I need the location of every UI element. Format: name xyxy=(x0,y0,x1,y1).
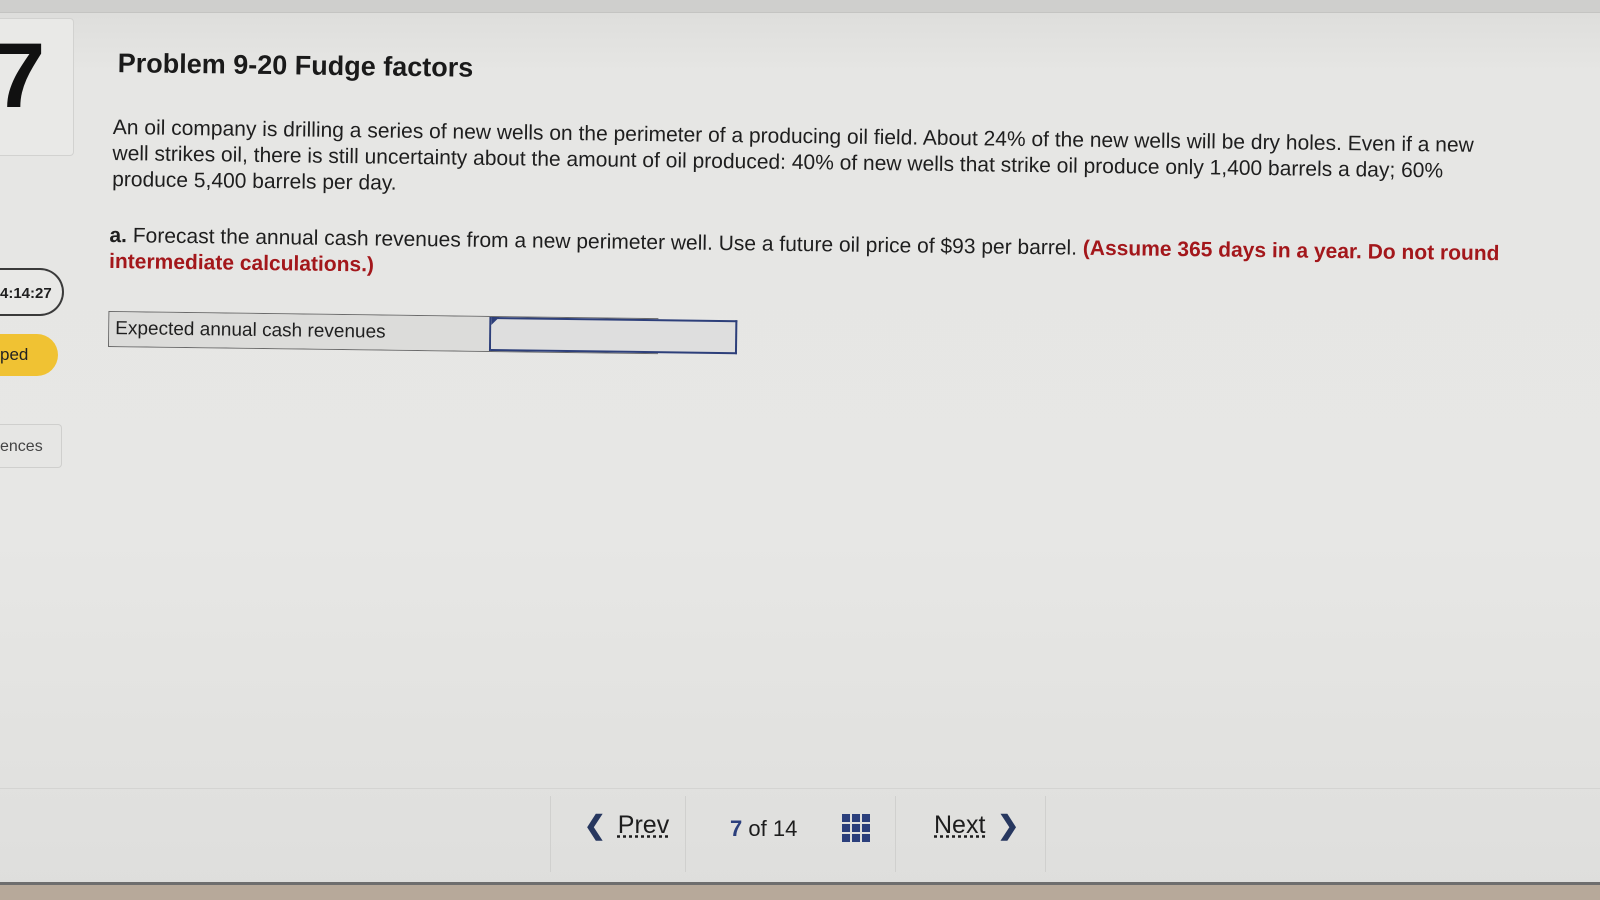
chevron-right-icon: ❯ xyxy=(997,810,1020,840)
nav-divider xyxy=(0,788,1600,789)
answer-row: Expected annual cash revenues xyxy=(107,310,738,355)
input-flag-icon xyxy=(491,316,500,326)
of-label: of xyxy=(748,816,767,841)
expected-revenues-input[interactable] xyxy=(490,316,738,355)
problem-body: An oil company is drilling a series of n… xyxy=(112,116,1474,195)
prev-label: Prev xyxy=(617,811,670,839)
total-pages: 14 xyxy=(772,816,798,841)
question-grid-icon[interactable] xyxy=(842,814,870,842)
top-toolbar-strip xyxy=(0,0,1600,13)
nav-separator xyxy=(1045,796,1046,872)
answer-label: Expected annual cash revenues xyxy=(108,311,492,351)
screen-bottom-edge xyxy=(0,882,1600,900)
chevron-left-icon: ❮ xyxy=(584,810,606,840)
page: 7 4:14:27 ped ences Problem 9-20 Fudge f… xyxy=(0,0,1600,900)
prev-button[interactable]: ❮ Prev xyxy=(572,810,669,841)
question-number: 7 xyxy=(0,25,46,127)
nav-separator xyxy=(685,796,686,872)
next-button[interactable]: Next ❯ xyxy=(934,810,1031,841)
part-label: a. xyxy=(109,223,128,248)
answer-cell xyxy=(490,316,738,355)
problem-content: Problem 9-20 Fudge factors An oil compan… xyxy=(107,40,1512,365)
current-page: 7 xyxy=(730,816,743,841)
status-badge[interactable]: ped xyxy=(0,334,58,376)
problem-title: Problem 9-20 Fudge factors xyxy=(117,48,474,83)
nav-separator xyxy=(550,796,551,872)
references-button[interactable]: ences xyxy=(0,424,62,468)
timer: 4:14:27 xyxy=(0,268,64,316)
nav-separator xyxy=(895,796,896,872)
page-indicator: 7 of 14 xyxy=(730,816,797,842)
next-label: Next xyxy=(934,811,986,839)
bottom-navigation: ❮ Prev 7 of 14 Next ❯ xyxy=(550,790,1050,878)
question-part-a: a. Forecast the annual cash revenues fro… xyxy=(109,223,1510,293)
